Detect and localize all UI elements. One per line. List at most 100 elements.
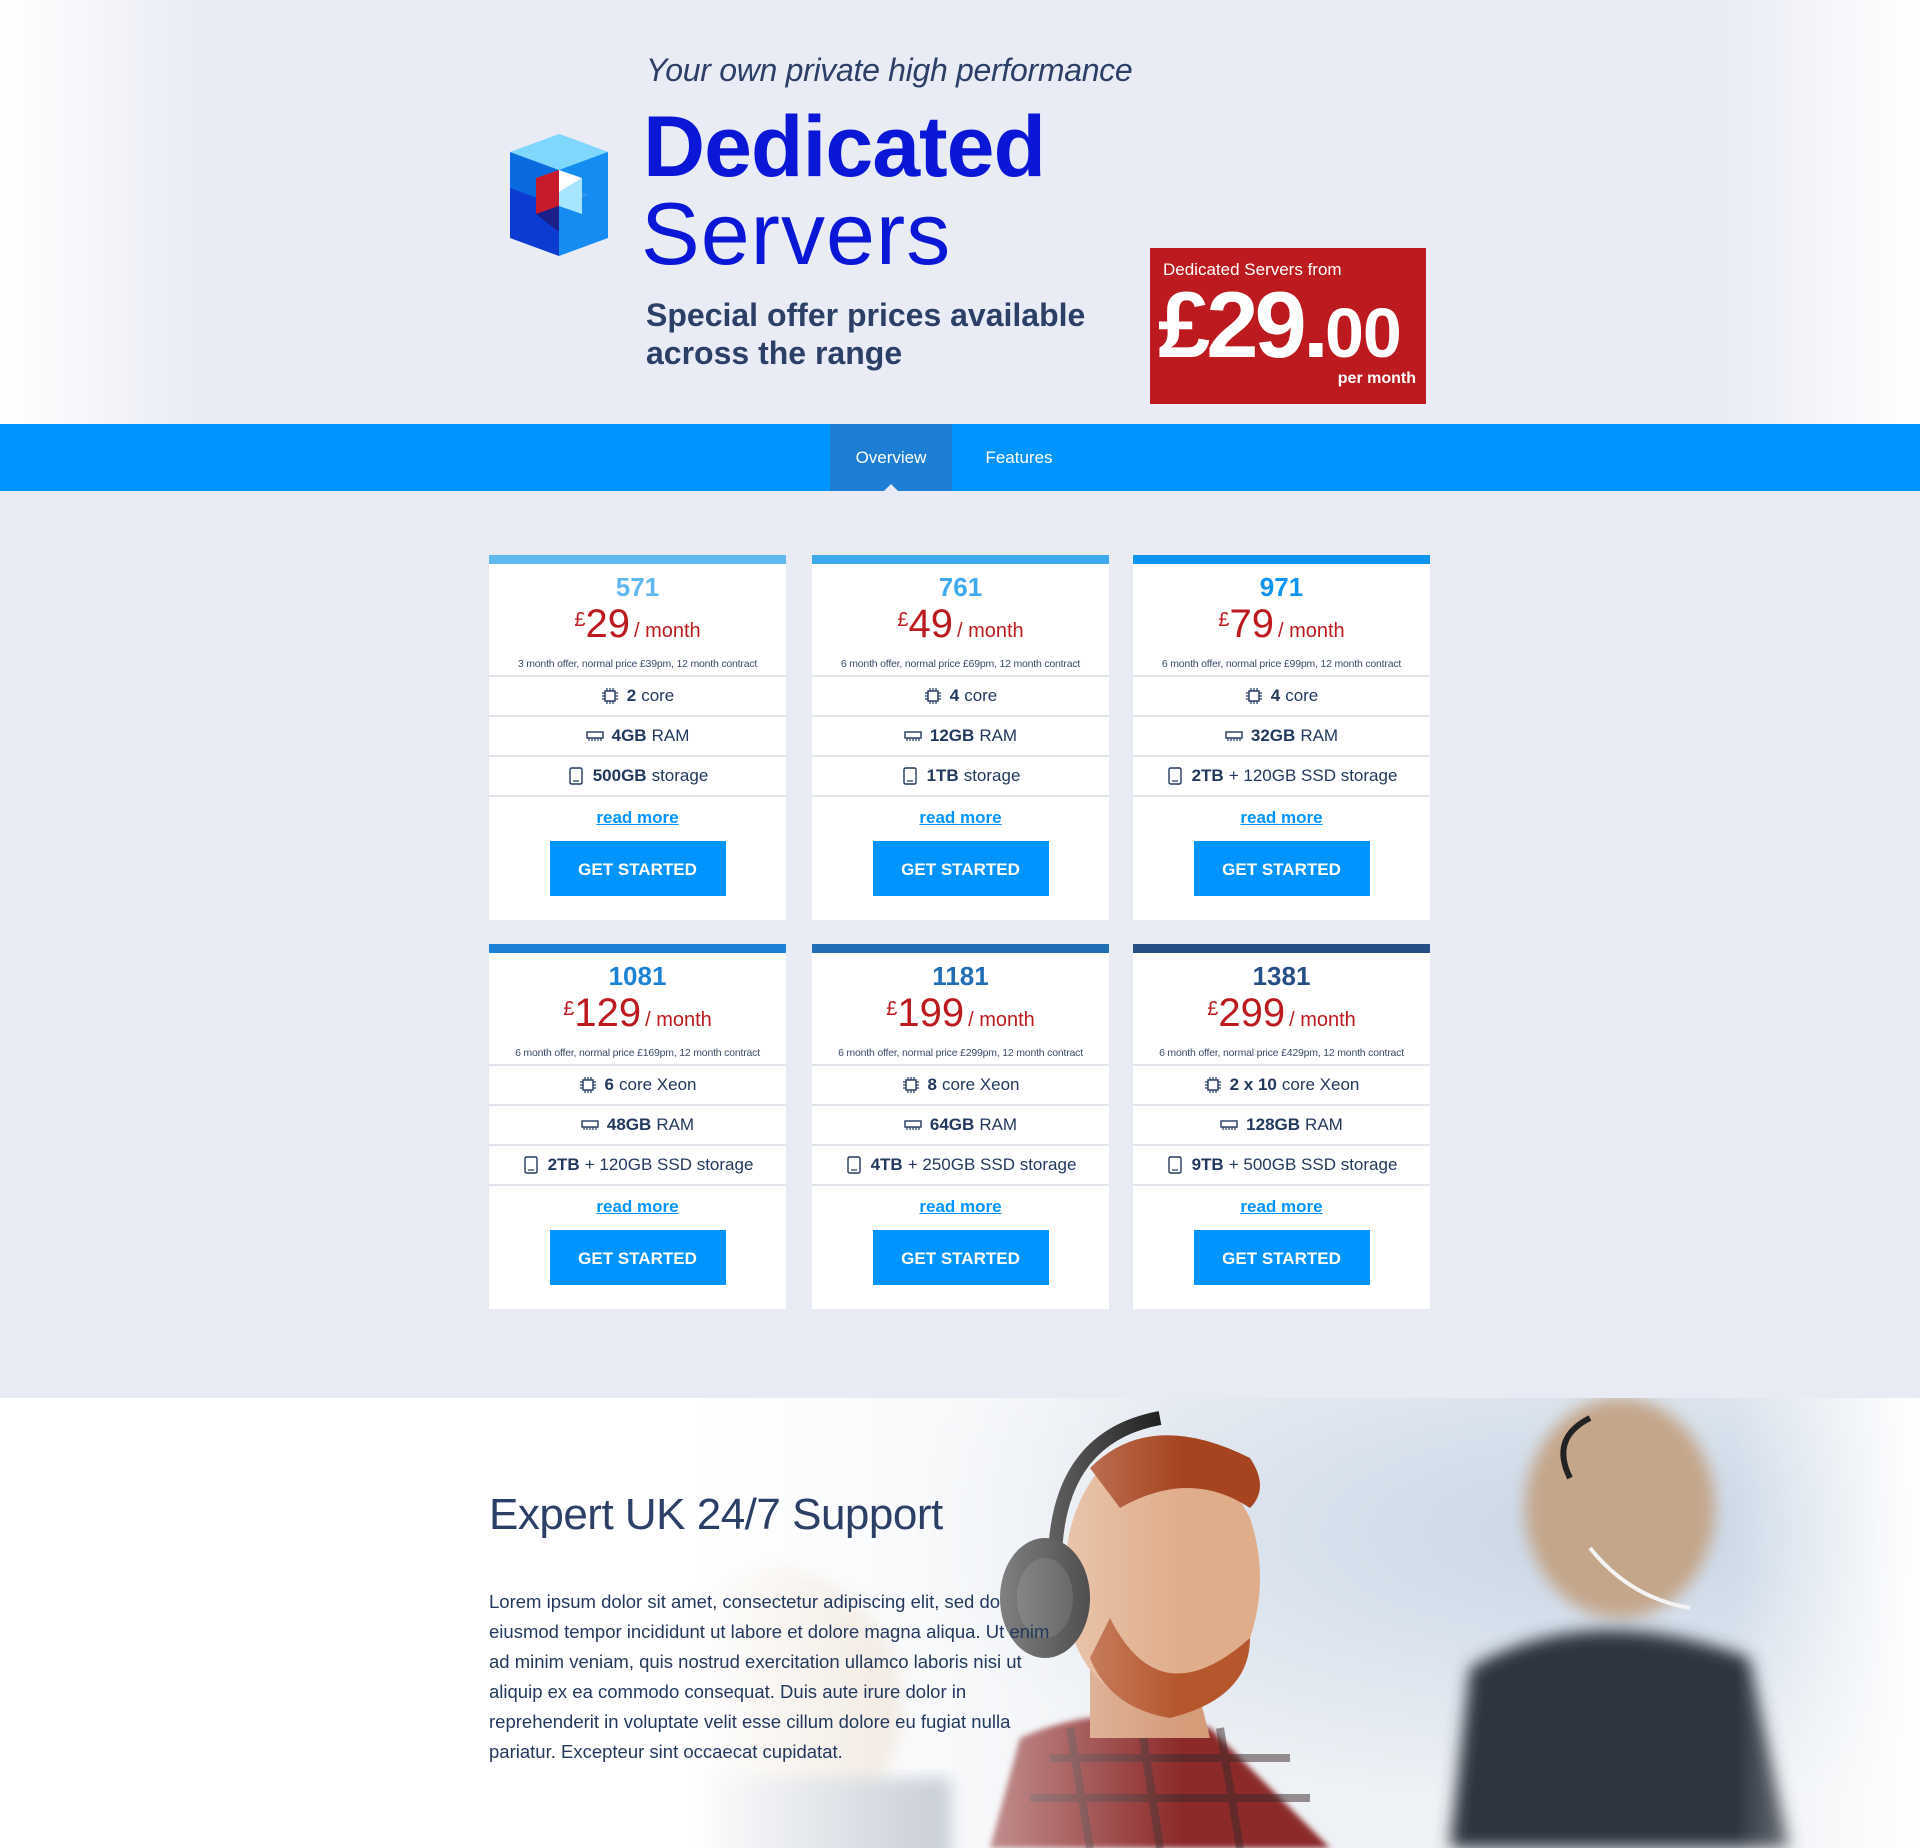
plan-offer-note: 6 month offer, normal price £69pm, 12 mo… <box>812 657 1109 677</box>
storage-icon <box>567 767 585 785</box>
spec-label: core Xeon <box>618 1075 697 1094</box>
read-more-link[interactable]: read more <box>812 808 1109 828</box>
plan-name: 1081 <box>608 961 667 991</box>
get-started-button[interactable]: GET STARTED <box>872 841 1049 896</box>
spec-label: RAM <box>651 726 690 745</box>
spec-label: core <box>964 686 998 705</box>
storage-icon <box>901 767 919 785</box>
spec-label: storage <box>963 766 1021 785</box>
price-amount: 49 <box>908 602 953 646</box>
plan-spec-row: 64GB RAM <box>812 1106 1109 1146</box>
plan-spec-row: 2TB + 120GB SSD storage <box>489 1146 786 1186</box>
plan-price: £199/ month <box>812 992 1109 1043</box>
price-period: / month <box>956 620 1024 642</box>
hero-subtitle-line1: Special offer prices available <box>646 297 1086 333</box>
promo-price-main: £29. <box>1158 272 1329 377</box>
cube-logo-icon <box>510 134 608 256</box>
plan-accent-bar <box>1133 555 1430 564</box>
plan-offer-note: 6 month offer, normal price £99pm, 12 mo… <box>1133 657 1430 677</box>
hero-title-line2: Servers <box>641 184 952 283</box>
spec-label: + 120GB SSD storage <box>1228 766 1398 785</box>
storage-icon <box>1166 767 1184 785</box>
hero-banner: Your own private high performance Dedica… <box>0 0 1920 424</box>
plan-spec-row: 12GB RAM <box>812 717 1109 757</box>
plan-price: £299/ month <box>1133 992 1430 1043</box>
promo-price-cents: 00 <box>1324 294 1402 372</box>
cpu-icon <box>924 687 942 705</box>
spec-value: 1TB <box>926 766 959 785</box>
plan-accent-bar <box>489 555 786 564</box>
hero-title-line1: Dedicated <box>643 99 1046 195</box>
support-title: Expert UK 24/7 Support <box>489 1490 943 1539</box>
spec-value: 2TB <box>547 1155 580 1174</box>
get-started-button[interactable]: GET STARTED <box>1193 841 1370 896</box>
price-currency: £ <box>563 998 575 1020</box>
hero-subtitle-line2: across the range <box>646 335 903 371</box>
price-period: / month <box>633 620 701 642</box>
plan-spec-row: 500GB storage <box>489 757 786 797</box>
read-more-link[interactable]: read more <box>489 808 786 828</box>
storage-icon <box>522 1156 540 1174</box>
spec-label: core Xeon <box>941 1075 1020 1094</box>
spec-value: 4 <box>949 686 960 705</box>
spec-value: 4 <box>1270 686 1281 705</box>
plan-offer-note: 3 month offer, normal price £39pm, 12 mo… <box>489 657 786 677</box>
price-amount: 129 <box>574 991 642 1035</box>
plan-price: £49/ month <box>812 603 1109 654</box>
spec-label: RAM <box>1305 1115 1343 1134</box>
plan-spec-row: 6 core Xeon <box>489 1066 786 1106</box>
get-started-button[interactable]: GET STARTED <box>872 1230 1049 1285</box>
plan-spec-row: 9TB + 500GB SSD storage <box>1133 1146 1430 1186</box>
spec-label: RAM <box>979 726 1018 745</box>
ram-icon <box>904 1116 922 1134</box>
plan-spec-row: 32GB RAM <box>1133 717 1430 757</box>
storage-icon <box>1166 1156 1184 1174</box>
support-body: Lorem ipsum dolor sit amet, consectetur … <box>489 1590 1050 1762</box>
spec-value: 2 x 10 <box>1229 1075 1277 1094</box>
ram-icon <box>585 727 604 745</box>
plan-price: £79/ month <box>1133 603 1430 654</box>
plan-name: 1181 <box>932 961 989 991</box>
spec-label: + 250GB SSD storage <box>907 1155 1077 1174</box>
cpu-icon <box>601 687 619 705</box>
spec-label: core <box>641 686 675 705</box>
plan-accent-bar <box>489 944 786 953</box>
cpu-icon <box>902 1076 920 1094</box>
tab-overview[interactable]: Overview <box>830 424 952 492</box>
plan-spec-row: 4GB RAM <box>489 717 786 757</box>
plan-spec-row: 4TB + 250GB SSD storage <box>812 1146 1109 1186</box>
plan-card-1181: 1181 £199/ month 6 month offer, normal p… <box>812 944 1109 1309</box>
spec-value: 48GB <box>606 1115 652 1134</box>
read-more-link[interactable]: read more <box>1133 808 1430 828</box>
get-started-button[interactable]: GET STARTED <box>549 841 726 896</box>
get-started-button[interactable]: GET STARTED <box>549 1230 726 1285</box>
plan-spec-row: 4 core <box>1133 677 1430 717</box>
storage-icon <box>845 1156 863 1174</box>
plan-spec-row: 128GB RAM <box>1133 1106 1430 1146</box>
plan-spec-row: 2 core <box>489 677 786 717</box>
plan-accent-bar <box>812 555 1109 564</box>
spec-label: RAM <box>656 1115 695 1134</box>
read-more-link[interactable]: read more <box>489 1197 786 1217</box>
spec-value: 128GB <box>1246 1115 1301 1134</box>
section-tabs: Overview Features <box>0 424 1920 492</box>
ram-icon <box>1220 1116 1238 1134</box>
spec-label: storage <box>651 766 709 785</box>
cpu-icon <box>1245 687 1263 705</box>
get-started-button[interactable]: GET STARTED <box>1193 1230 1370 1285</box>
spec-value: 9TB <box>1191 1155 1224 1174</box>
price-amount: 299 <box>1218 991 1286 1035</box>
plan-card-1381: 1381 £299/ month 6 month offer, normal p… <box>1133 944 1430 1309</box>
plan-offer-note: 6 month offer, normal price £169pm, 12 m… <box>489 1046 786 1066</box>
plan-offer-note: 6 month offer, normal price £429pm, 12 m… <box>1133 1046 1430 1066</box>
spec-value: 12GB <box>929 726 975 745</box>
plan-card-971: 971 £79/ month 6 month offer, normal pri… <box>1133 555 1430 920</box>
tab-features[interactable]: Features <box>952 424 1086 491</box>
read-more-link[interactable]: read more <box>812 1197 1109 1217</box>
hero-tagline: Your own private high performance <box>646 52 1133 88</box>
price-amount: 79 <box>1229 602 1274 646</box>
plan-card-761: 761 £49/ month 6 month offer, normal pri… <box>812 555 1109 920</box>
read-more-link[interactable]: read more <box>1133 1197 1430 1217</box>
spec-label: + 120GB SSD storage <box>584 1155 754 1174</box>
plan-spec-row: 4 core <box>812 677 1109 717</box>
